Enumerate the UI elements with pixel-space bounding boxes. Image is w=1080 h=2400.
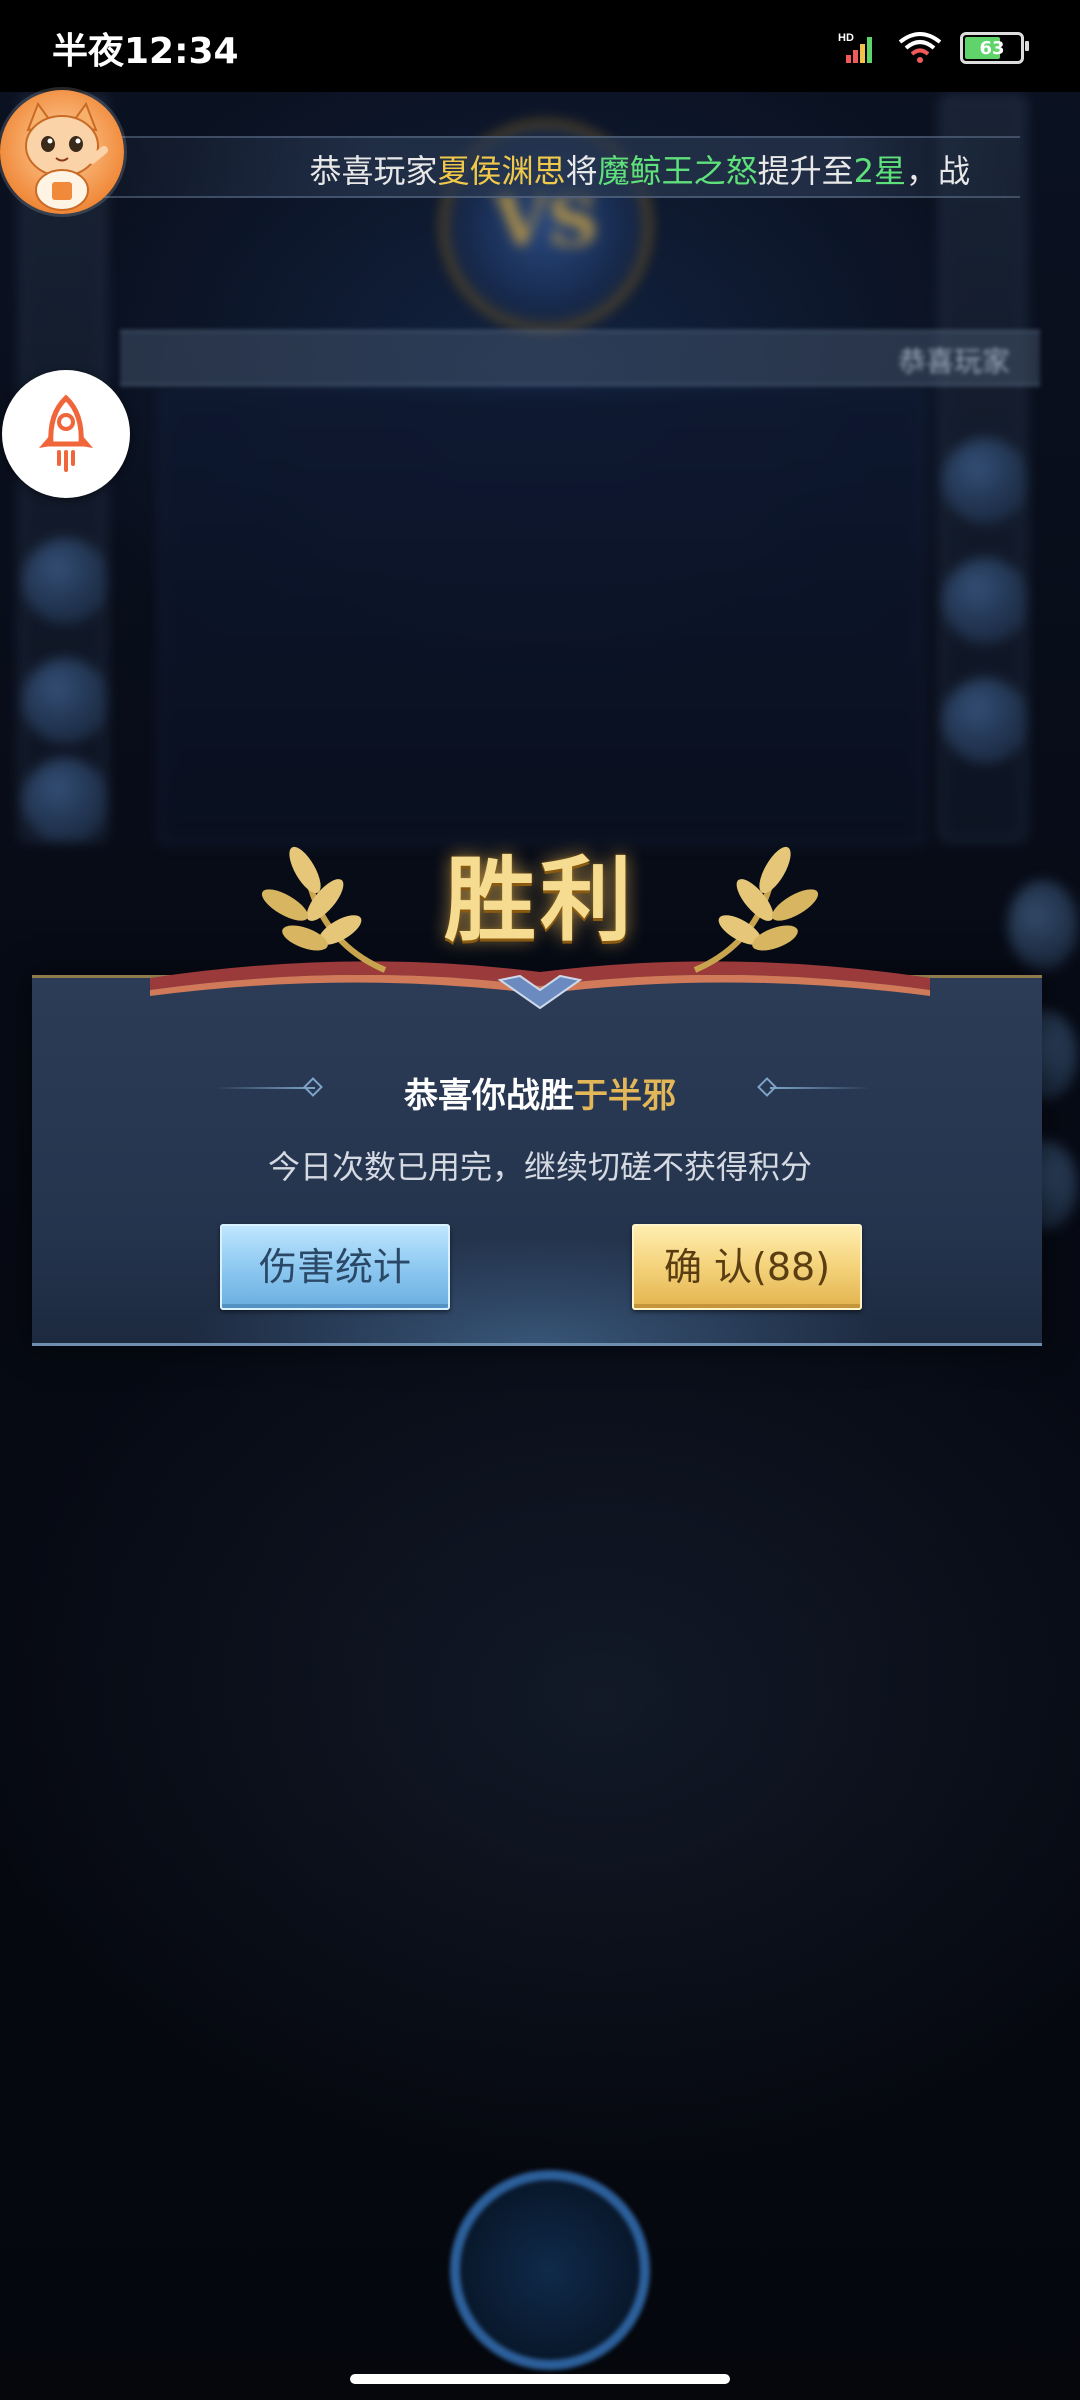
marquee-text: 恭喜玩家夏侯渊思将魔鲸王之怒提升至2星，战 — [310, 146, 970, 192]
network-type-label: HD — [838, 32, 854, 44]
victory-title: 胜利 — [443, 846, 636, 954]
laurel-left-icon — [261, 846, 387, 973]
marquee-item: 魔鲸王之怒 — [597, 152, 758, 190]
rail-slot — [23, 758, 107, 842]
status-icons: HD 63 — [838, 28, 1029, 68]
daily-limit-notice: 今日次数已用完，继续切磋不获得积分 — [267, 1148, 812, 1186]
rail-slot — [943, 678, 1027, 762]
victory-message-prefix: 恭喜你战胜 — [404, 1076, 574, 1116]
battery-level: 63 — [979, 37, 1005, 59]
marquee-action: 提升至 — [757, 152, 854, 190]
marquee-suffix: ，战 — [905, 152, 970, 190]
signal-icon: HD — [838, 32, 872, 63]
right-side-rail — [940, 95, 1027, 841]
cat-avatar-button[interactable] — [0, 90, 124, 214]
battery-icon: 63 — [960, 32, 1029, 64]
marquee-prefix: 恭喜玩家 — [309, 152, 438, 190]
broadcast-marquee: 恭喜玩家夏侯渊思将魔鲸王之怒提升至2星，战 — [100, 136, 1020, 198]
rail-slot — [943, 558, 1027, 642]
rail-slot — [23, 538, 107, 622]
rail-slot — [943, 438, 1027, 522]
home-indicator[interactable] — [350, 2374, 730, 2384]
marquee-stars: 2星 — [853, 152, 906, 190]
rocket-icon — [39, 394, 93, 472]
wifi-icon — [898, 32, 942, 63]
cat-icon — [25, 101, 108, 211]
rail-slot — [23, 658, 107, 742]
opponent-name: 于半邪 — [574, 1076, 676, 1116]
victory-message: 恭喜你战胜于半邪 — [0, 1068, 1080, 1117]
marquee-secondary-text: 恭喜玩家 — [897, 345, 1010, 378]
rocket-boost-button[interactable] — [2, 370, 130, 498]
skill-orb — [450, 2170, 650, 2370]
marquee-player: 夏侯渊思 — [437, 152, 566, 190]
marquee-verb: 将 — [565, 152, 598, 190]
battle-panel — [160, 390, 924, 844]
damage-stats-button[interactable]: 伤害统计 — [220, 1224, 450, 1310]
game-screen: VS 恭喜玩家 半夜12:34 HD 63 恭喜玩家夏侯渊思将魔鲸王之怒提升至2… — [0, 0, 1080, 2400]
broadcast-marquee-secondary: 恭喜玩家 — [120, 330, 1040, 386]
status-bar: 半夜12:34 HD 63 — [0, 0, 1080, 92]
laurel-right-icon — [693, 846, 819, 973]
side-button — [1008, 880, 1078, 970]
status-time: 半夜12:34 — [52, 31, 239, 72]
confirm-button[interactable]: 确 认(88) — [632, 1224, 862, 1310]
